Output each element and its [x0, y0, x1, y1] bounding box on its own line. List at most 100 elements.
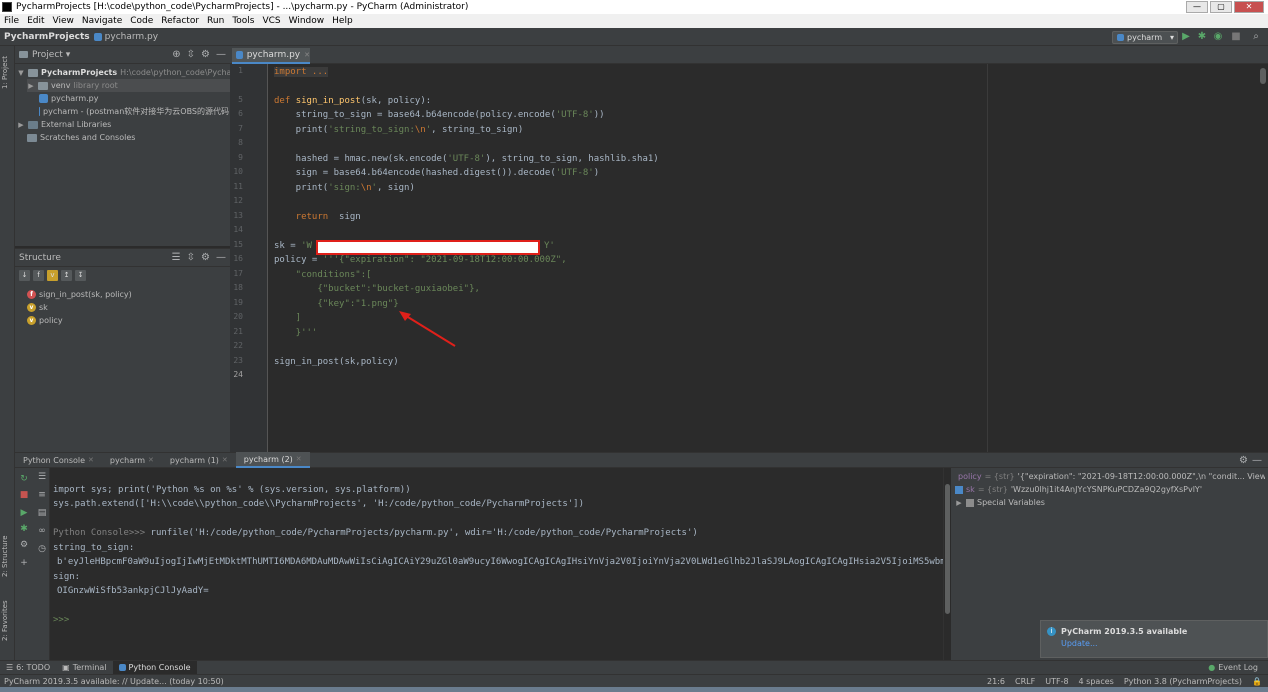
gear-icon[interactable]: ⚙	[201, 252, 210, 263]
tab-pycharm-1[interactable]: pycharm (1) ✕	[162, 452, 236, 468]
tree-item-scratches[interactable]: Scratches and Consoles	[27, 131, 135, 144]
structure-item-sk[interactable]: v sk	[27, 301, 48, 314]
structure-tool-tab[interactable]: 2: Structure	[1, 532, 14, 580]
minimize-button[interactable]: —	[1186, 1, 1208, 13]
tool-python-console[interactable]: Python Console	[112, 660, 197, 675]
collapse-icon[interactable]: ⇳	[187, 252, 195, 263]
python-console-output[interactable]: import sys; print('Python %s on %s' % (s…	[50, 468, 943, 660]
chevron-right-icon[interactable]: ▶	[27, 82, 35, 90]
lock-icon[interactable]: 🔒	[1252, 677, 1262, 686]
menu-window[interactable]: Window	[289, 16, 325, 26]
menu-code[interactable]: Code	[130, 16, 153, 26]
indent-setting[interactable]: 4 spaces	[1079, 677, 1114, 686]
scrollbar-thumb[interactable]	[1260, 68, 1266, 84]
tool-event-log[interactable]: ● Event Log	[1202, 661, 1264, 675]
file-encoding[interactable]: UTF-8	[1045, 677, 1068, 686]
menu-run[interactable]: Run	[207, 16, 224, 26]
import-fold[interactable]: import ...	[274, 67, 329, 77]
console-scrollbar[interactable]	[943, 468, 951, 660]
tab-python-console[interactable]: Python Console ✕	[15, 452, 102, 468]
menu-file[interactable]: File	[4, 16, 19, 26]
add-icon[interactable]: +	[19, 558, 29, 568]
variable-row-policy[interactable]: policy = {str} '{"expiration": "2021-09-…	[955, 470, 1265, 483]
navigate-icon[interactable]: ↥	[61, 270, 72, 281]
close-icon[interactable]: ✕	[304, 51, 310, 59]
right-margin-guide	[987, 64, 988, 452]
hide-icon[interactable]: —	[216, 49, 226, 60]
debug-icon[interactable]: ✱	[1196, 31, 1208, 43]
status-message[interactable]: PyCharm 2019.3.5 available: // Update...…	[4, 677, 224, 686]
menu-help[interactable]: Help	[332, 16, 353, 26]
caret-position[interactable]: 21:6	[987, 677, 1005, 686]
editor-scrollbar[interactable]	[1258, 64, 1268, 452]
hide-icon[interactable]: —	[1252, 455, 1262, 466]
breadcrumb-file[interactable]: pycharm.py	[93, 32, 158, 42]
debug-icon[interactable]: ✱	[19, 524, 29, 534]
menu-refactor[interactable]: Refactor	[161, 16, 199, 26]
tree-item-venv[interactable]: ▶ venv library root	[27, 79, 230, 92]
show-fields-icon[interactable]: f	[33, 270, 44, 281]
close-icon[interactable]: ✕	[148, 456, 154, 464]
menu-vcs[interactable]: VCS	[262, 16, 280, 26]
menu-navigate[interactable]: Navigate	[82, 16, 122, 26]
structure-item-policy[interactable]: v policy	[27, 314, 63, 327]
chevron-down-icon[interactable]: ▾	[66, 50, 71, 60]
tree-item-external-libraries[interactable]: ▶ External Libraries	[17, 118, 111, 131]
autoscroll-icon[interactable]: ↧	[75, 270, 86, 281]
search-everywhere-icon[interactable]: ⌕	[1250, 31, 1262, 43]
favorites-tool-tab[interactable]: 2: Favorites	[1, 598, 14, 644]
breadcrumb-project[interactable]: PycharmProjects	[4, 32, 90, 42]
console-prompt[interactable]: >>>	[53, 613, 69, 627]
tool-terminal[interactable]: ▣ Terminal	[56, 661, 112, 675]
tree-item-pycharm-source[interactable]: pycharm - (postman软件对接华为云OBS的源代码	[39, 105, 229, 118]
line-number: 24	[233, 370, 243, 379]
menu-view[interactable]: View	[53, 16, 74, 26]
close-icon[interactable]: ✕	[88, 456, 94, 464]
show-variables-icon[interactable]: ☰	[37, 472, 47, 482]
gear-icon[interactable]: ⚙	[201, 49, 210, 60]
tool-todo[interactable]: ☰ 6: TODO	[0, 661, 56, 675]
chevron-right-icon[interactable]: ▶	[17, 121, 25, 129]
gear-icon[interactable]: ⚙	[1239, 455, 1248, 466]
tab-pycharm-2[interactable]: pycharm (2) ✕	[235, 452, 310, 468]
stop-icon[interactable]: ■	[19, 490, 29, 500]
run-icon[interactable]: ▶	[1180, 31, 1192, 43]
clock-icon[interactable]: ◷	[37, 544, 47, 554]
soft-wrap-icon[interactable]: ≡	[37, 490, 47, 500]
line-separator[interactable]: CRLF	[1015, 677, 1035, 686]
history-icon[interactable]: ▤	[37, 508, 47, 518]
run-configuration-dropdown[interactable]: pycharm ▾	[1112, 31, 1178, 44]
collapse-icon[interactable]: ⇳	[187, 49, 195, 60]
sort-alpha-icon[interactable]: ↓	[19, 270, 30, 281]
update-link[interactable]: Update...	[1061, 639, 1098, 648]
variable-row-special[interactable]: ▶ Special Variables	[955, 496, 1045, 509]
close-icon[interactable]: ✕	[296, 455, 302, 463]
maximize-button[interactable]: ▢	[1210, 1, 1232, 13]
structure-item-sign-in-post[interactable]: f sign_in_post(sk, policy)	[27, 288, 132, 301]
tree-item-pycharm-py[interactable]: pycharm.py	[39, 92, 98, 105]
close-icon[interactable]: ✕	[222, 456, 228, 464]
python-interpreter[interactable]: Python 3.8 (PycharmProjects)	[1124, 677, 1242, 686]
settings-icon[interactable]: ⚙	[19, 540, 29, 550]
expand-all-icon[interactable]: ☰	[172, 252, 181, 263]
menu-tools[interactable]: Tools	[232, 16, 254, 26]
close-button[interactable]: ✕	[1234, 1, 1264, 13]
tree-item-project-root[interactable]: ▼ PycharmProjects H:\code\python_code\Py…	[17, 66, 242, 79]
execute-icon[interactable]: ▶	[19, 508, 29, 518]
tab-pycharm-py[interactable]: pycharm.py ✕	[232, 48, 310, 64]
project-pane-title[interactable]: Project	[32, 50, 63, 60]
view-icon[interactable]: ∞	[37, 526, 47, 536]
run-coverage-icon[interactable]: ◉	[1212, 31, 1224, 43]
rerun-icon[interactable]: ↻	[19, 474, 29, 484]
tab-pycharm[interactable]: pycharm ✕	[102, 452, 162, 468]
stop-icon[interactable]: ■	[1230, 31, 1242, 43]
locate-icon[interactable]: ⊕	[172, 49, 180, 60]
scrollbar-thumb[interactable]	[945, 484, 950, 614]
variable-row-sk[interactable]: sk = {str} 'Wzzu0lhj1it4AnJYcYSNPKuPCDZa…	[955, 483, 1202, 496]
chevron-right-icon[interactable]: ▶	[955, 499, 963, 507]
code-editor[interactable]: import ... def sign_in_post(sk, policy):…	[269, 64, 1268, 452]
show-vars-icon[interactable]: v	[47, 270, 58, 281]
menu-edit[interactable]: Edit	[27, 16, 44, 26]
project-tool-tab[interactable]: 1: Project	[1, 52, 14, 94]
chevron-down-icon[interactable]: ▼	[17, 69, 25, 77]
